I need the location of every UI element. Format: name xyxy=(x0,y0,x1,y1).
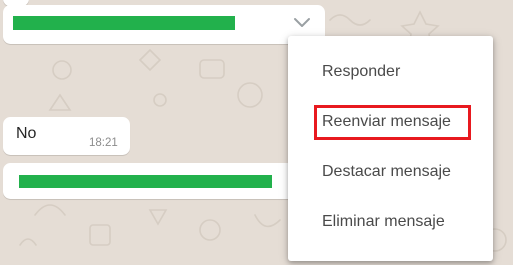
message-timestamp: 18:21 xyxy=(89,137,118,149)
menu-item-star[interactable]: Destacar mensaje xyxy=(322,163,451,181)
message-text: No xyxy=(16,125,37,142)
message-context-menu: Responder Reenviar mensaje Destacar mens… xyxy=(288,36,493,261)
chevron-down-icon[interactable] xyxy=(292,16,312,30)
redacted-text xyxy=(19,175,272,188)
chat-panel: No 18:21 Responder Reenviar mensaje Dest… xyxy=(0,0,513,265)
menu-item-delete[interactable]: Eliminar mensaje xyxy=(322,213,445,231)
redacted-text xyxy=(13,16,235,30)
highlight-annotation xyxy=(314,105,471,140)
menu-item-reply[interactable]: Responder xyxy=(322,63,400,81)
